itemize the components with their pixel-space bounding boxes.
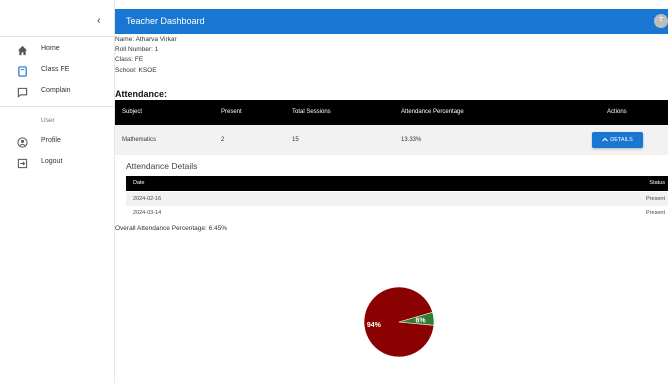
column-header-date: Date — [133, 180, 145, 186]
sidebar-item-profile[interactable]: Profile — [0, 134, 114, 152]
student-roll-number: Roll Number: 1 — [115, 46, 159, 53]
attendance-heading: Attendance: — [115, 89, 168, 99]
details-table-header: Date Status — [126, 176, 668, 191]
sidebar-item-label: Complain — [41, 87, 71, 94]
column-header-total-sessions: Total Sessions — [292, 109, 331, 115]
student-school: School: KSOE — [115, 67, 157, 74]
class-icon — [18, 66, 27, 77]
table-row: Mathematics 2 15 13.33% DETAILS — [115, 125, 668, 155]
app-root: ‹ Home Class FE Complain User Profile Lo… — [0, 0, 668, 383]
cell-subject: Mathematics — [122, 137, 157, 143]
column-header-actions: Actions — [607, 109, 627, 115]
cell-present: 2 — [221, 137, 225, 143]
details-button[interactable]: DETAILS — [592, 132, 643, 148]
attendance-details-title: Attendance Details — [126, 161, 198, 171]
cell-date: 2024-03-14 — [133, 210, 162, 216]
sidebar-item-label: Logout — [41, 158, 63, 165]
pie-label-6: 6% — [416, 317, 427, 324]
attendance-table-header: Subject Present Total Sessions Attendanc… — [115, 100, 668, 125]
attendance-pie-chart: 94% 6% — [362, 285, 436, 359]
sidebar-item-complain[interactable]: Complain — [0, 84, 114, 102]
cell-total-sessions: 15 — [292, 137, 299, 143]
cell-status: Present — [646, 210, 665, 216]
column-header-present: Present — [221, 109, 242, 115]
cell-attendance-percentage: 13.33% — [401, 137, 422, 143]
logout-icon — [17, 158, 28, 169]
sidebar-item-label: Home — [41, 45, 60, 52]
sidebar-divider — [0, 106, 115, 107]
sidebar-item-logout[interactable]: Logout — [0, 155, 114, 173]
sidebar-item-home[interactable]: Home — [0, 42, 114, 60]
column-header-status: Status — [649, 180, 665, 186]
sidebar-divider — [0, 36, 115, 37]
pie-label-94: 94% — [367, 322, 382, 329]
sidebar-item-class[interactable]: Class FE — [0, 63, 114, 81]
cell-date: 2024-02-16 — [133, 196, 162, 202]
overall-attendance: Overall Attendance Percentage: 6.45% — [115, 225, 228, 232]
table-row: 2024-02-16 Present — [126, 192, 668, 206]
home-icon — [17, 45, 28, 56]
app-header: Teacher Dashboard T — [115, 9, 668, 34]
sidebar-item-label: Class FE — [41, 66, 70, 73]
column-header-attendance-percentage: Attendance Percentage — [401, 109, 464, 115]
details-button-label: DETAILS — [610, 137, 633, 143]
pie-chart-svg: 94% 6% — [363, 286, 435, 358]
table-row: 2024-03-14 Present — [126, 206, 668, 220]
complain-icon — [17, 87, 28, 98]
column-header-subject: Subject — [122, 109, 143, 115]
profile-icon — [17, 137, 28, 148]
sidebar: ‹ Home Class FE Complain User Profile Lo… — [0, 0, 115, 383]
student-name: Name: Atharva Virkar — [115, 36, 177, 43]
avatar[interactable]: T — [654, 14, 668, 28]
student-class: Class: FE — [115, 56, 144, 63]
chevron-left-icon[interactable]: ‹ — [97, 14, 109, 28]
sidebar-section-user: User — [41, 117, 55, 124]
cell-status: Present — [646, 196, 665, 202]
sidebar-item-label: Profile — [41, 137, 61, 144]
chevron-up-icon — [602, 137, 609, 142]
page-title: Teacher Dashboard — [126, 16, 205, 26]
